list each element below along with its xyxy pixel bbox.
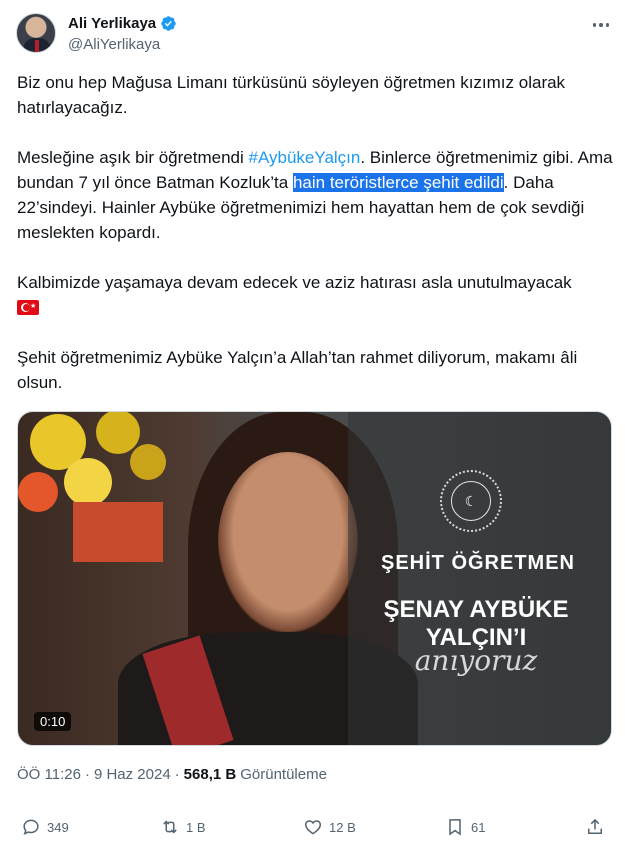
reply-count: 349 (47, 819, 69, 835)
reply-button[interactable]: 349 (21, 817, 69, 837)
paragraph-1: Biz onu hep Mağusa Limanı türküsünü söyl… (17, 73, 566, 117)
bookmark-count: 61 (471, 819, 486, 835)
bookmark-icon (449, 819, 461, 836)
share-icon (588, 818, 602, 834)
display-name[interactable]: Ali Yerlikaya (68, 15, 156, 32)
views-label: Görüntüleme (240, 766, 327, 783)
like-button[interactable]: 12 B (303, 817, 356, 837)
more-dot (592, 23, 597, 27)
video-script-text: anıyoruz (414, 644, 538, 677)
more-options-icon[interactable] (589, 15, 613, 35)
action-bar: 349 1 B 12 B 61 (17, 817, 612, 843)
text-overlay (348, 412, 611, 745)
reply-icon (23, 819, 39, 836)
turkish-flag-icon: ★ (17, 300, 39, 315)
paragraph-3-text: Kalbimizde yaşamaya devam edecek ve aziz… (17, 273, 572, 292)
retweet-count: 1 B (186, 819, 206, 835)
tweet-meta: ÖÖ 11:26 · 9 Haz 2024 · 568,1 B Görüntül… (17, 766, 327, 783)
tweet-date[interactable]: 9 Haz 2024 (94, 766, 171, 783)
meta-separator: · (174, 766, 180, 783)
share-button[interactable] (585, 817, 605, 837)
more-dot (599, 23, 603, 27)
bookmark-button[interactable]: 61 (445, 817, 485, 837)
tweet-time[interactable]: ÖÖ 11:26 (17, 766, 81, 783)
paragraph-2-start: Mesleğine aşık bir öğretmendi (17, 148, 249, 167)
paragraph-3: Kalbimizde yaşamaya devam edecek ve aziz… (17, 270, 617, 320)
retweet-icon (163, 820, 177, 834)
verified-badge-icon (161, 16, 176, 31)
views-count: 568,1 B (183, 766, 237, 783)
hashtag-link[interactable]: #AybükeYalçın (249, 148, 361, 167)
ministry-emblem-icon: ☾ (440, 470, 502, 532)
heart-icon (304, 820, 322, 835)
tweet-header: Ali Yerlikaya @AliYerlikaya (16, 13, 613, 57)
paragraph-2: Mesleğine aşık bir öğretmendi #AybükeYal… (17, 145, 617, 245)
flowers-image (18, 412, 166, 562)
video-duration: 0:10 (34, 712, 72, 731)
name-row: Ali Yerlikaya (68, 15, 177, 32)
handle[interactable]: @AliYerlikaya (68, 36, 160, 53)
paragraph-4: Şehit öğretmenimiz Aybüke Yalçın’a Allah… (17, 348, 578, 392)
avatar[interactable] (16, 13, 56, 53)
video-title: ŞEHİT ÖĞRETMEN (380, 552, 575, 574)
emblem-inner: ☾ (451, 481, 491, 521)
like-count: 12 B (329, 819, 356, 835)
meta-separator: · (84, 766, 90, 783)
more-dot (605, 23, 610, 27)
video-media[interactable]: ☾ ŞEHİT ÖĞRETMEN ŞENAY AYBÜKE YALÇIN’I a… (17, 411, 612, 746)
tweet-text: Biz onu hep Mağusa Limanı türküsünü söyl… (17, 70, 617, 420)
avatar-tie (35, 40, 39, 52)
retweet-button[interactable]: 1 B (160, 817, 206, 837)
selected-text: hain teröristlerce şehit edildi (292, 173, 504, 192)
